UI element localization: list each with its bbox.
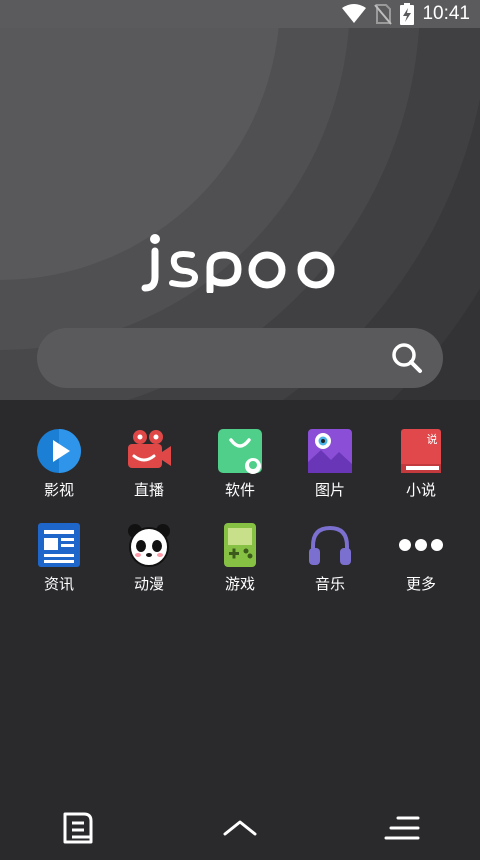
app-news[interactable]: 资讯 [19,522,99,594]
app-live[interactable]: 直播 [109,428,189,500]
app-label: 软件 [224,481,255,499]
status-time: 10:41 [422,3,470,24]
search-bar[interactable] [37,328,443,388]
app-music[interactable]: 音乐 [290,522,370,594]
app-label: 小说 [405,481,436,499]
news-icon [38,523,80,567]
app-novel[interactable]: 说 小说 [381,428,461,500]
jspoo-logo [141,234,335,293]
app-label: 游戏 [224,575,255,593]
battery-charging-icon [400,3,415,25]
bookmark-icon[interactable] [58,810,98,846]
video-play-icon [37,429,81,473]
status-bar: 10:41 [0,0,480,28]
app-label: 直播 [133,481,164,499]
app-label: 影视 [43,481,74,499]
chevron-up-icon[interactable] [220,810,260,846]
app-label: 资讯 [43,575,74,593]
book-badge: 说 [427,432,438,446]
gameboy-icon [224,523,256,567]
picture-icon [308,429,352,473]
novel-book-icon: 说 [401,429,441,473]
search-icon[interactable] [389,340,425,376]
app-label: 动漫 [133,575,164,593]
more-dots-icon [399,539,443,551]
app-anime[interactable]: 动漫 [109,522,189,594]
live-camera-icon [128,430,171,468]
app-pictures[interactable]: 图片 [290,428,370,500]
app-label: 更多 [405,575,436,593]
app-store-icon [218,429,262,474]
app-games[interactable]: 游戏 [200,522,280,594]
app-software[interactable]: 软件 [200,428,280,500]
app-video[interactable]: 影视 [19,428,99,500]
headphones-icon [309,525,351,565]
no-sim-icon [374,4,393,25]
bottom-navbar [0,790,480,860]
app-label: 音乐 [314,575,345,593]
app-label: 图片 [314,481,345,499]
app-more[interactable]: 更多 [381,522,461,594]
home-screen: 10:41 影视 直播 软件 图片 说 小说 资讯 动漫 游戏 音乐 更多 [0,0,480,860]
panda-anime-icon [128,524,170,567]
menu-icon[interactable] [382,810,422,846]
wifi-icon [342,4,367,23]
